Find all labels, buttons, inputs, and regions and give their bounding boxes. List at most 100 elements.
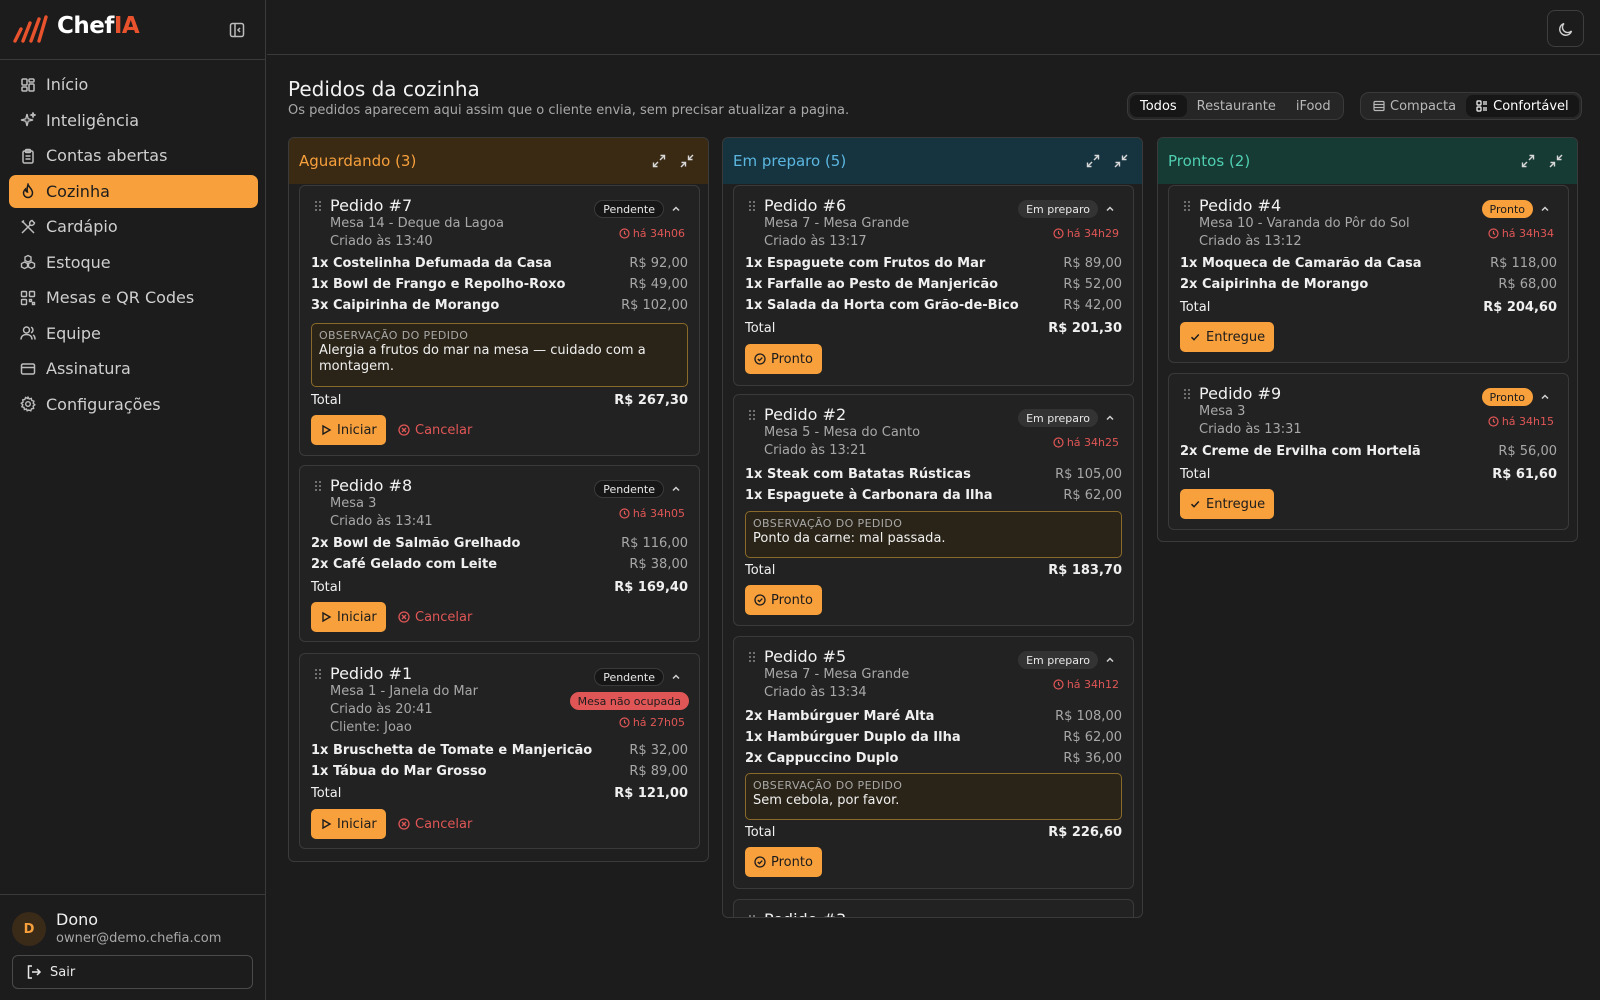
brand: ChefIA (0, 0, 266, 60)
chevron-up-icon[interactable] (1104, 412, 1116, 424)
density-confortavel[interactable]: Confortável (1466, 95, 1579, 117)
order-title: Pedido #6 (764, 196, 847, 215)
drag-handle-icon[interactable] (314, 668, 322, 680)
order-card[interactable]: Pedido #6 Mesa 7 - Mesa Grande Criado às… (733, 185, 1134, 386)
logo-icon (12, 14, 48, 44)
collapse-icon[interactable] (679, 153, 695, 169)
density-toggle: Compacta Confortável (1360, 92, 1582, 120)
order-title: Pedido #2 (764, 405, 847, 424)
drag-handle-icon[interactable] (314, 480, 322, 492)
sidebar-item-label: Equipe (46, 323, 101, 343)
sidebar-item-cozinha[interactable]: Cozinha (9, 174, 258, 208)
order-timer: há 34h34 (1488, 227, 1554, 240)
sidebar-item-contas-abertas[interactable]: Contas abertas (9, 139, 258, 172)
cancel-button[interactable]: Cancelar (398, 809, 472, 839)
sidebar-item-inicio[interactable]: Início (9, 68, 258, 101)
drag-handle-icon[interactable] (1183, 388, 1191, 400)
note-text: Ponto da carne: mal passada. (753, 531, 946, 546)
order-item: 1x Moqueca de Camarão da Casa R$ 118,00 (1180, 256, 1557, 271)
order-card[interactable]: Pedido #2 Mesa 5 - Mesa do Canto Criado … (733, 394, 1134, 626)
order-item: 1x Costelinha Defumada da Casa R$ 92,00 (311, 256, 688, 271)
order-created: Criado às 13:12 (1199, 234, 1302, 249)
sidebar-toggle-icon[interactable] (226, 19, 248, 41)
column-header: Em preparo (5) (723, 138, 1142, 184)
drag-handle-icon[interactable] (314, 200, 322, 212)
drag-handle-icon[interactable] (1183, 200, 1191, 212)
sidebar-item-mesas-qr[interactable]: Mesas e QR Codes (9, 281, 258, 314)
sidebar: ChefIA Início Inteligência Contas aberta… (0, 0, 266, 1000)
chevron-up-icon[interactable] (1104, 203, 1116, 215)
x-circle-icon (398, 611, 410, 623)
start-button[interactable]: Iniciar (311, 415, 386, 445)
order-card[interactable]: Pedido #1 Mesa 1 - Janela do Mar Criado … (299, 653, 700, 849)
user-panel: D Dono owner@demo.chefia.com Sair (0, 894, 266, 1000)
order-table: Mesa 14 - Deque da Lagoa (330, 216, 504, 231)
chevron-up-icon[interactable] (1539, 391, 1551, 403)
sidebar-item-cardapio[interactable]: Cardápio (9, 210, 258, 243)
sidebar-item-assinatura[interactable]: Assinatura (9, 352, 258, 385)
order-card[interactable]: Pedido #4 Mesa 10 - Varanda do Pôr do So… (1168, 185, 1569, 363)
order-title: Pedido #7 (330, 196, 413, 215)
sidebar-item-configuracoes[interactable]: Configurações (9, 388, 258, 421)
chevron-up-icon[interactable] (670, 203, 682, 215)
cancel-button[interactable]: Cancelar (398, 602, 472, 632)
order-item: 2x Hambúrguer Maré Alta R$ 108,00 (745, 709, 1122, 724)
delivered-button[interactable]: Entregue (1180, 322, 1275, 352)
sidebar-nav: Início Inteligência Contas abertas Cozin… (9, 68, 258, 423)
filter-restaurante[interactable]: Restaurante (1187, 95, 1286, 117)
order-table: Mesa 3 (1199, 404, 1246, 419)
clock-icon (1053, 679, 1064, 690)
drag-handle-icon[interactable] (748, 200, 756, 212)
order-total: Total R$ 169,40 (311, 580, 688, 595)
clock-icon (1053, 228, 1064, 239)
order-card[interactable]: Pedido #8 Mesa 3 Criado às 13:41 Pendent… (299, 465, 700, 642)
column-aguardando: Aguardando (3) Pedido #7 Mesa 14 - Deque… (288, 137, 709, 862)
delivered-button[interactable]: Entregue (1180, 489, 1275, 519)
drag-handle-icon[interactable] (748, 651, 756, 663)
start-button[interactable]: Iniciar (311, 809, 386, 839)
collapse-icon[interactable] (1113, 153, 1129, 169)
sidebar-item-estoque[interactable]: Estoque (9, 246, 258, 279)
order-item: 1x Tábua do Mar Grosso R$ 89,00 (311, 764, 688, 779)
chevron-up-icon[interactable] (670, 671, 682, 683)
order-card[interactable]: Pedido #3 (733, 899, 1134, 917)
expand-icon[interactable] (1085, 153, 1101, 169)
filter-ifood[interactable]: iFood (1286, 95, 1341, 117)
start-button[interactable]: Iniciar (311, 602, 386, 632)
ready-button[interactable]: Pronto (745, 344, 822, 374)
ready-button[interactable]: Pronto (745, 847, 822, 877)
moon-icon (1558, 21, 1574, 37)
order-note: OBSERVAÇÃO DO PEDIDO Sem cebola, por fav… (745, 773, 1122, 820)
chevron-up-icon[interactable] (670, 483, 682, 495)
chevron-up-icon[interactable] (1104, 654, 1116, 666)
order-card[interactable]: Pedido #7 Mesa 14 - Deque da Lagoa Criad… (299, 185, 700, 456)
order-table: Mesa 1 - Janela do Mar (330, 684, 478, 699)
clock-icon (619, 508, 630, 519)
density-confortavel-label: Confortável (1493, 98, 1569, 114)
drag-handle-icon[interactable] (748, 914, 756, 917)
order-table: Mesa 7 - Mesa Grande (764, 216, 910, 231)
logout-button[interactable]: Sair (12, 955, 253, 989)
expand-icon[interactable] (651, 153, 667, 169)
sidebar-item-inteligencia[interactable]: Inteligência (9, 104, 258, 137)
drag-handle-icon[interactable] (748, 409, 756, 421)
theme-toggle-button[interactable] (1547, 10, 1584, 47)
expand-icon[interactable] (1520, 153, 1536, 169)
x-circle-icon (398, 424, 410, 436)
order-card[interactable]: Pedido #9 Mesa 3 Criado às 13:31 Pronto … (1168, 373, 1569, 530)
filter-todos[interactable]: Todos (1130, 95, 1187, 117)
order-item: 2x Creme de Ervilha com Hortelã R$ 56,00 (1180, 444, 1557, 459)
chevron-up-icon[interactable] (1539, 203, 1551, 215)
order-card[interactable]: Pedido #5 Mesa 7 - Mesa Grande Criado às… (733, 636, 1134, 889)
sidebar-item-equipe[interactable]: Equipe (9, 317, 258, 350)
clock-icon (619, 717, 630, 728)
brand-name: ChefIA (57, 13, 140, 39)
order-title: Pedido #3 (764, 910, 846, 917)
cancel-button[interactable]: Cancelar (398, 415, 472, 445)
density-compacta[interactable]: Compacta (1363, 95, 1466, 117)
order-item: 2x Caipirinha de Morango R$ 68,00 (1180, 277, 1557, 292)
ready-button[interactable]: Pronto (745, 585, 822, 615)
dashboard-icon (19, 76, 36, 93)
density-compacta-label: Compacta (1390, 98, 1457, 114)
collapse-icon[interactable] (1548, 153, 1564, 169)
